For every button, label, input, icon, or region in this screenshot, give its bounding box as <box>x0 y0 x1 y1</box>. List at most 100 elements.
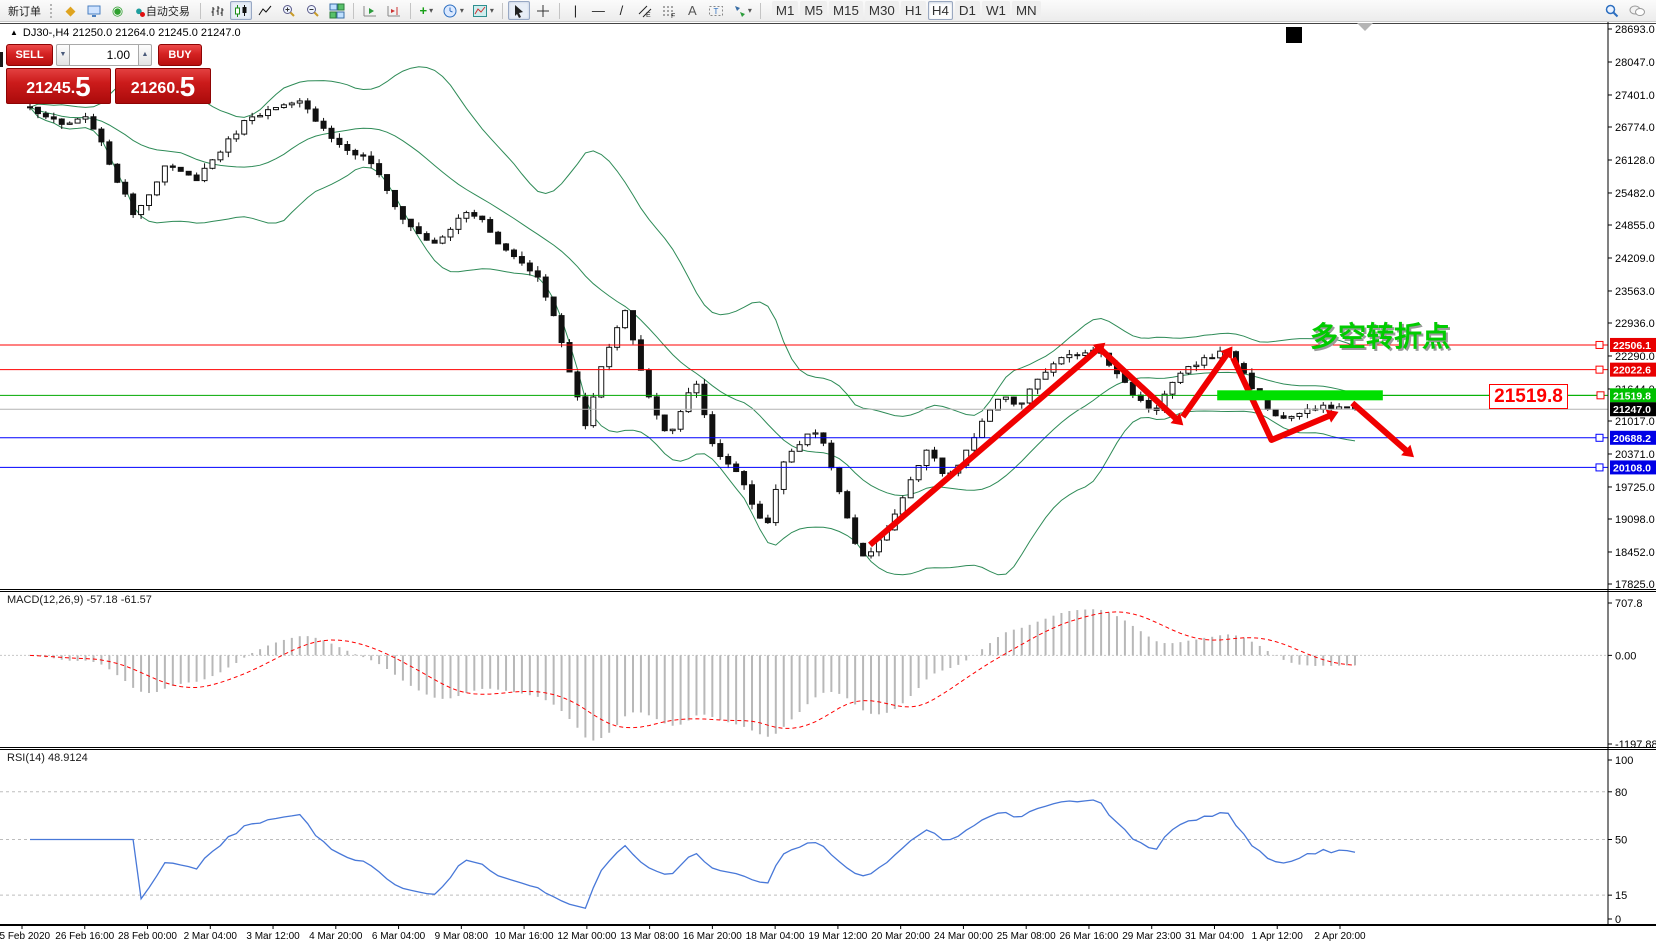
svg-text:6 Mar 04:00: 6 Mar 04:00 <box>372 931 426 942</box>
svg-text:22290.0: 22290.0 <box>1615 351 1655 363</box>
svg-text:18 Mar 04:00: 18 Mar 04:00 <box>746 931 805 942</box>
periods-button[interactable]: ▾ <box>439 1 467 20</box>
new-order-label: 新订单 <box>8 3 41 19</box>
timeframe-h4[interactable]: H4 <box>928 1 953 20</box>
svg-text:22506.1: 22506.1 <box>1613 340 1651 352</box>
label-button[interactable]: T <box>705 1 727 20</box>
sell-price[interactable]: 21245.5 <box>6 68 111 104</box>
svg-text:3 Mar 12:00: 3 Mar 12:00 <box>246 931 300 942</box>
arrows-icon <box>732 3 746 19</box>
plus-icon: + <box>420 3 428 18</box>
zoom-in-button[interactable] <box>278 1 300 20</box>
signal-icon[interactable]: ◉ <box>107 1 128 20</box>
svg-text:1 Apr 12:00: 1 Apr 12:00 <box>1252 931 1304 942</box>
scroll-to-end-button[interactable] <box>359 1 381 20</box>
svg-text:19098.0: 19098.0 <box>1615 514 1655 526</box>
macd-histogram <box>30 609 1355 740</box>
autotrade-label: 自动交易 <box>146 3 190 19</box>
turning-point-annotation[interactable]: 多空转折点 <box>1310 315 1450 355</box>
svg-text:21519.8: 21519.8 <box>1613 390 1651 402</box>
tile-windows-button[interactable] <box>326 1 348 20</box>
svg-text:26128.0: 26128.0 <box>1615 155 1655 167</box>
callout-handle <box>1597 392 1604 399</box>
chart-shift-marker-icon[interactable] <box>1357 23 1373 31</box>
cursor-button[interactable] <box>508 1 530 20</box>
search-icon[interactable] <box>1601 1 1623 20</box>
computer-icon[interactable] <box>83 1 105 20</box>
collapse-triangle-icon[interactable]: ▲ <box>10 28 18 37</box>
timeframe-m30[interactable]: M30 <box>865 1 899 20</box>
svg-text:4 Mar 20:00: 4 Mar 20:00 <box>309 931 363 942</box>
timeframe-h1[interactable]: H1 <box>901 1 926 20</box>
timeframe-mn[interactable]: MN <box>1012 1 1041 20</box>
svg-text:22022.6: 22022.6 <box>1613 365 1651 377</box>
macd-signal-line <box>30 612 1355 729</box>
svg-text:26 Mar 16:00: 26 Mar 16:00 <box>1059 931 1118 942</box>
timeframe-m15[interactable]: M15 <box>829 1 863 20</box>
bar-chart-button[interactable] <box>206 1 228 20</box>
svg-text:707.8: 707.8 <box>1615 598 1643 610</box>
timeframe-m1[interactable]: M1 <box>772 1 799 20</box>
svg-text:100: 100 <box>1615 755 1633 767</box>
timeframe-group: M1 M5 M15 M30 H1 H4 D1 W1 MN <box>771 1 1042 20</box>
volume-increase-button[interactable]: ▲ <box>138 44 152 66</box>
new-order-button[interactable]: 新订单 <box>3 1 46 20</box>
svg-text:19725.0: 19725.0 <box>1615 482 1655 494</box>
add-indicators-button[interactable]: +▾ <box>416 1 437 20</box>
crosshair-button[interactable] <box>532 1 554 20</box>
chevron-down-icon: ▾ <box>490 6 494 15</box>
buy-button[interactable]: BUY <box>158 44 202 66</box>
text-button[interactable]: A <box>682 1 703 20</box>
bucket-icon: ● <box>135 4 143 17</box>
chart-shift-button[interactable] <box>383 1 405 20</box>
toolbar-separator <box>353 3 354 19</box>
vertical-line-button[interactable]: | <box>565 1 586 20</box>
macd-indicator-label: MACD(12,26,9) -57.18 -61.57 <box>7 594 152 606</box>
svg-text:2 Apr 20:00: 2 Apr 20:00 <box>1314 931 1366 942</box>
volume-decrease-button[interactable]: ▼ <box>56 44 70 66</box>
toolbar-grip[interactable] <box>50 4 56 18</box>
svg-text:21017.0: 21017.0 <box>1615 416 1655 428</box>
arrows-button[interactable]: ▾ <box>729 1 755 20</box>
candles <box>28 98 1358 558</box>
buy-price[interactable]: 21260.5 <box>115 68 211 104</box>
level-callout-label[interactable]: 21519.8 <box>1489 384 1568 409</box>
templates-button[interactable]: ▾ <box>469 1 497 20</box>
volume-input[interactable] <box>70 44 138 66</box>
sell-button[interactable]: SELL <box>6 44 53 66</box>
trend-arrow[interactable] <box>1352 403 1408 452</box>
community-icon[interactable] <box>1625 1 1649 20</box>
horizontal-line-button[interactable]: — <box>588 1 609 20</box>
timeframe-d1[interactable]: D1 <box>955 1 980 20</box>
svg-text:2 Mar 04:00: 2 Mar 04:00 <box>184 931 238 942</box>
bollinger-band <box>30 67 1355 417</box>
gold-cube-icon[interactable]: ◆ <box>60 1 81 20</box>
chart-canvas[interactable]: 28693.028047.027401.026774.026128.025482… <box>0 0 1656 944</box>
line-chart-button[interactable] <box>254 1 276 20</box>
timeframe-w1[interactable]: W1 <box>982 1 1010 20</box>
zoom-out-button[interactable] <box>302 1 324 20</box>
trendline-button[interactable]: / <box>611 1 632 20</box>
svg-text:0.00: 0.00 <box>1615 650 1636 662</box>
support-zone-bar[interactable] <box>1217 390 1383 400</box>
fibonacci-button[interactable]: F <box>658 1 680 20</box>
svg-text:18452.0: 18452.0 <box>1615 547 1655 559</box>
svg-text:23563.0: 23563.0 <box>1615 286 1655 298</box>
channel-icon: E <box>637 3 653 19</box>
main-chart-layer[interactable] <box>28 67 1358 575</box>
toolbar-separator <box>559 3 560 19</box>
svg-text:0: 0 <box>1615 914 1621 926</box>
svg-text:9 Mar 08:00: 9 Mar 08:00 <box>435 931 489 942</box>
svg-text:24 Mar 00:00: 24 Mar 00:00 <box>934 931 993 942</box>
timeframe-m5[interactable]: M5 <box>800 1 827 20</box>
panel-edge-tab[interactable] <box>0 52 3 67</box>
candlestick-chart-button[interactable] <box>230 1 252 20</box>
svg-text:19 Mar 12:00: 19 Mar 12:00 <box>808 931 867 942</box>
toolbar-separator <box>502 3 503 19</box>
channel-button[interactable]: E <box>634 1 656 20</box>
trend-arrow[interactable] <box>870 348 1099 545</box>
svg-text:24855.0: 24855.0 <box>1615 220 1655 232</box>
svg-text:-1197.88: -1197.88 <box>1615 739 1656 751</box>
level-line-handle <box>1596 366 1603 373</box>
autotrade-button[interactable]: ●自动交易 <box>130 1 195 20</box>
